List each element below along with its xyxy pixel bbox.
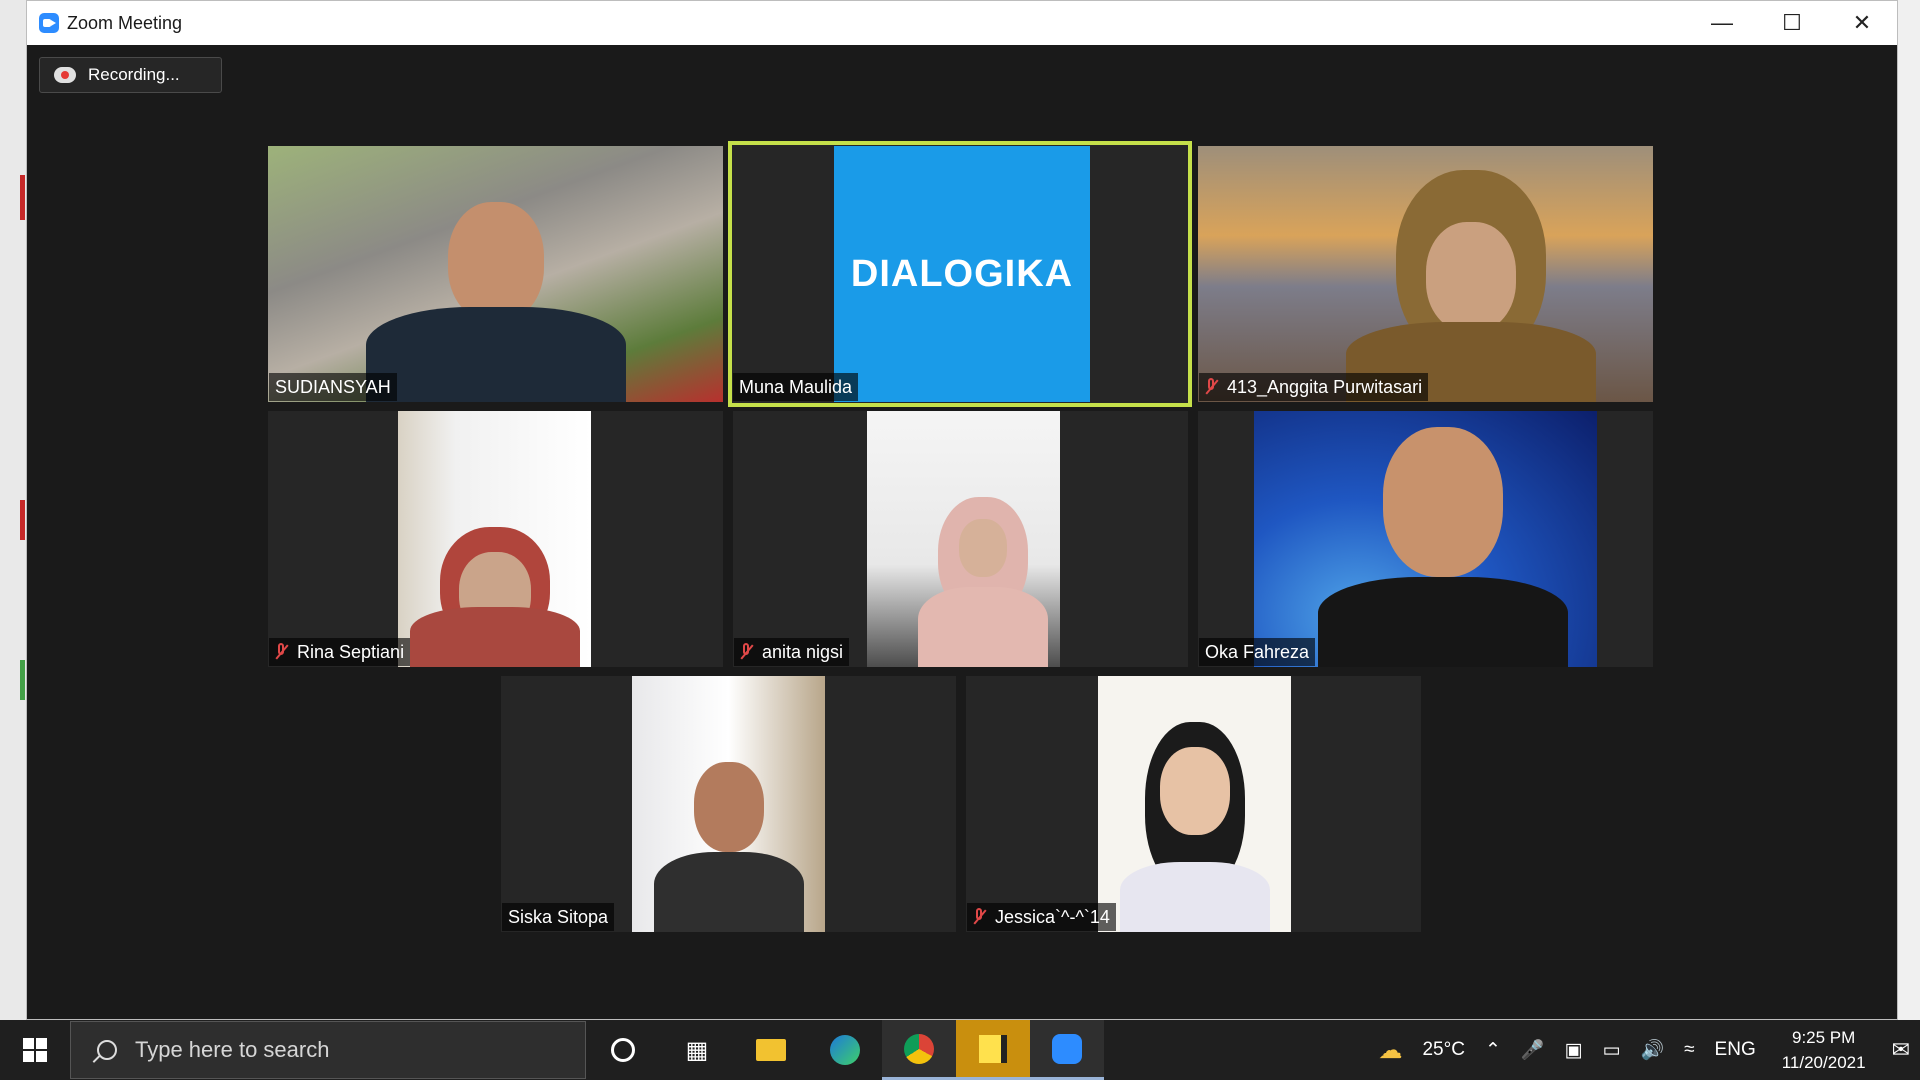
- zoom-window: Zoom Meeting — ☐ ✕ Recording... SUDIANSY…: [26, 0, 1898, 1020]
- video-tile-3[interactable]: 413_Anggita Purwitasari: [1198, 146, 1653, 402]
- video-tile-1[interactable]: SUDIANSYAH: [268, 146, 723, 402]
- windows-taskbar: Type here to search ▦ ☁ 25°C ⌃ 🎤 ▣ ▭ 🔊 ≈…: [0, 1020, 1920, 1080]
- participant-name-tag: Siska Sitopa: [502, 903, 615, 931]
- participant-video: [268, 146, 723, 402]
- participant-video: [398, 411, 591, 667]
- video-tile-4[interactable]: Rina Septiani: [268, 411, 723, 667]
- title-bar: Zoom Meeting — ☐ ✕: [27, 1, 1897, 45]
- zoom-app-icon: [39, 13, 59, 33]
- clock-date: 11/20/2021: [1781, 1053, 1866, 1072]
- show-hidden-icons-icon[interactable]: ⌃: [1485, 1039, 1501, 1062]
- close-button[interactable]: ✕: [1827, 1, 1897, 45]
- participant-name-tag: 413_Anggita Purwitasari: [1199, 373, 1429, 401]
- clock[interactable]: 9:25 PM 11/20/2021: [1782, 1025, 1866, 1075]
- file-explorer-icon[interactable]: [734, 1020, 808, 1080]
- video-tile-7[interactable]: Siska Sitopa: [501, 676, 956, 932]
- muted-mic-icon: [740, 643, 752, 661]
- volume-icon[interactable]: 🔊: [1640, 1038, 1664, 1062]
- video-tile-2-active-speaker[interactable]: DIALOGIKA Muna Maulida: [728, 141, 1192, 407]
- muted-mic-icon: [1205, 378, 1217, 396]
- system-tray: ☁ 25°C ⌃ 🎤 ▣ ▭ 🔊 ≈ ENG 9:25 PM 11/20/202…: [1368, 1020, 1920, 1080]
- video-tile-5[interactable]: anita nigsi: [733, 411, 1188, 667]
- taskbar-search-box[interactable]: Type here to search: [70, 1021, 586, 1079]
- participant-video: [1098, 676, 1291, 932]
- zoom-icon[interactable]: [1030, 1020, 1104, 1080]
- recording-indicator[interactable]: Recording...: [39, 57, 222, 93]
- participant-video: [1254, 411, 1597, 667]
- wifi-icon[interactable]: ≈: [1684, 1039, 1694, 1061]
- windows-icon: [23, 1038, 47, 1062]
- chrome-icon[interactable]: [882, 1020, 956, 1080]
- participant-name-tag: SUDIANSYAH: [269, 373, 397, 401]
- sticky-notes-icon[interactable]: [956, 1020, 1030, 1080]
- maximize-button[interactable]: ☐: [1757, 1, 1827, 45]
- dialogika-logo: DIALOGIKA: [834, 146, 1090, 402]
- desktop-edge: [0, 0, 26, 1020]
- weather-temp[interactable]: 25°C: [1422, 1039, 1464, 1061]
- search-placeholder: Type here to search: [135, 1037, 330, 1062]
- muted-mic-icon: [973, 908, 985, 926]
- participant-name-tag: Rina Septiani: [269, 638, 411, 666]
- cloud-record-icon: [54, 67, 76, 83]
- network-adapter-icon[interactable]: ▣: [1565, 1039, 1583, 1062]
- participant-video: [1198, 146, 1653, 402]
- minimize-button[interactable]: —: [1687, 1, 1757, 45]
- participant-name-tag: Jessica`^-^`14: [967, 903, 1116, 931]
- microphone-icon[interactable]: 🎤: [1521, 1038, 1545, 1062]
- participant-video: [632, 676, 825, 932]
- cortana-icon[interactable]: [586, 1020, 660, 1080]
- start-button[interactable]: [0, 1020, 70, 1080]
- edge-icon[interactable]: [808, 1020, 882, 1080]
- logo-text: DIALOGIKA: [850, 252, 1074, 295]
- search-icon: [97, 1040, 117, 1060]
- participant-video: [867, 411, 1060, 667]
- weather-icon[interactable]: ☁: [1378, 1036, 1402, 1065]
- clock-time: 9:25 PM: [1791, 1028, 1856, 1047]
- notifications-icon[interactable]: ✉: [1892, 1037, 1910, 1063]
- task-view-icon[interactable]: ▦: [660, 1020, 734, 1080]
- recording-label: Recording...: [88, 65, 180, 84]
- video-tile-8[interactable]: Jessica`^-^`14: [966, 676, 1421, 932]
- window-title: Zoom Meeting: [67, 12, 183, 33]
- participant-name-tag: anita nigsi: [734, 638, 850, 666]
- muted-mic-icon: [275, 643, 287, 661]
- language-indicator[interactable]: ENG: [1715, 1039, 1756, 1061]
- battery-icon[interactable]: ▭: [1602, 1039, 1620, 1062]
- participant-name-tag: Oka Fahreza: [1199, 638, 1316, 666]
- video-tile-6[interactable]: Oka Fahreza: [1198, 411, 1653, 667]
- participant-name-tag: Muna Maulida: [733, 373, 859, 401]
